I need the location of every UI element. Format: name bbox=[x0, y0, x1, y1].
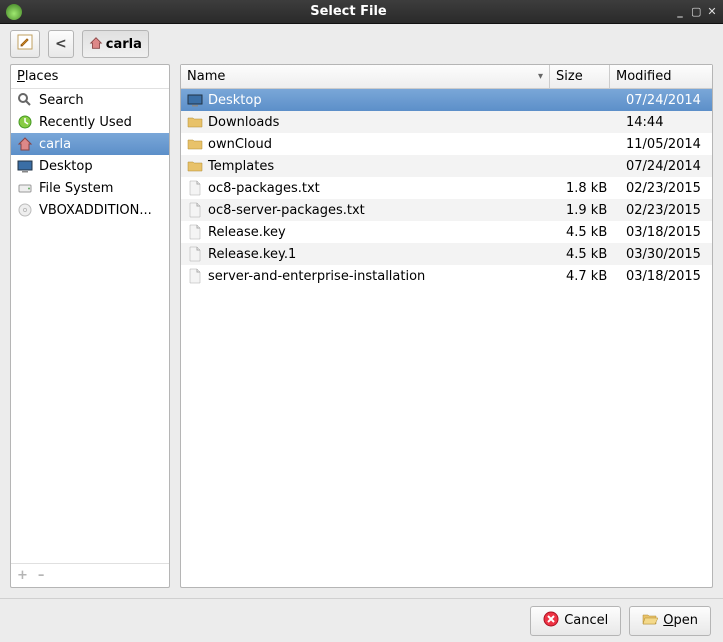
file-size: 4.5 kB bbox=[560, 222, 620, 243]
file-row[interactable]: Release.key.1 4.5 kB03/30/2015 bbox=[181, 243, 712, 265]
drive-icon bbox=[17, 180, 33, 196]
file-size: 4.7 kB bbox=[560, 266, 620, 287]
places-item[interactable]: Desktop bbox=[11, 155, 169, 177]
file-name: Release.key bbox=[208, 225, 286, 240]
file-name: oc8-packages.txt bbox=[208, 181, 320, 196]
file-row[interactable]: ownCloud 11/05/2014 bbox=[181, 133, 712, 155]
places-item-label: File System bbox=[39, 181, 113, 196]
places-item[interactable]: Search bbox=[11, 89, 169, 111]
file-icon bbox=[187, 180, 203, 196]
pencil-icon bbox=[17, 34, 33, 54]
file-header: Name▾ Size Modified bbox=[181, 65, 712, 89]
maximize-button[interactable]: ▢ bbox=[691, 5, 701, 18]
file-row[interactable]: Templates 07/24/2014 bbox=[181, 155, 712, 177]
file-row[interactable]: Downloads 14:44 bbox=[181, 111, 712, 133]
file-row[interactable]: Desktop 07/24/2014 bbox=[181, 89, 712, 111]
file-modified: 07/24/2014 bbox=[620, 90, 712, 111]
open-button[interactable]: Open bbox=[629, 606, 711, 636]
breadcrumb-label: carla bbox=[106, 37, 142, 52]
places-item[interactable]: VBOXADDITION... bbox=[11, 199, 169, 221]
file-size bbox=[560, 97, 620, 103]
places-item-label: VBOXADDITION... bbox=[39, 203, 152, 218]
file-modified: 14:44 bbox=[620, 112, 712, 133]
remove-bookmark-button: – bbox=[38, 568, 45, 583]
cancel-icon bbox=[543, 611, 559, 631]
places-item-label: carla bbox=[39, 137, 71, 152]
cancel-button[interactable]: Cancel bbox=[530, 606, 621, 636]
toolbar: < carla bbox=[0, 24, 723, 64]
chevron-left-icon: < bbox=[55, 36, 67, 52]
breadcrumb-home[interactable]: carla bbox=[82, 30, 149, 58]
add-bookmark-button: + bbox=[17, 568, 28, 583]
file-icon bbox=[187, 202, 203, 218]
column-modified[interactable]: Modified bbox=[610, 65, 712, 88]
places-item-label: Search bbox=[39, 93, 84, 108]
edit-button[interactable] bbox=[10, 30, 40, 58]
file-modified: 11/05/2014 bbox=[620, 134, 712, 155]
places-header: Places bbox=[11, 65, 169, 89]
file-row[interactable]: Release.key 4.5 kB03/18/2015 bbox=[181, 221, 712, 243]
files-panel: Name▾ Size Modified Desktop07/24/2014Dow… bbox=[180, 64, 713, 588]
disc-icon bbox=[17, 202, 33, 218]
sort-indicator-icon: ▾ bbox=[538, 71, 543, 82]
folder-icon bbox=[187, 114, 203, 130]
minimize-button[interactable]: _ bbox=[675, 5, 685, 18]
places-item[interactable]: File System bbox=[11, 177, 169, 199]
places-footer: + – bbox=[11, 563, 169, 587]
clock-icon bbox=[17, 114, 33, 130]
places-item-label: Recently Used bbox=[39, 115, 132, 130]
file-size bbox=[560, 141, 620, 147]
cancel-label: Cancel bbox=[564, 613, 608, 628]
column-size[interactable]: Size bbox=[550, 65, 610, 88]
file-name: server-and-enterprise-installation bbox=[208, 269, 425, 284]
file-row[interactable]: server-and-enterprise-installation 4.7 kB… bbox=[181, 265, 712, 287]
folder-icon bbox=[187, 136, 203, 152]
desktop-icon bbox=[187, 92, 203, 108]
file-size: 1.8 kB bbox=[560, 178, 620, 199]
open-label: Open bbox=[663, 613, 698, 628]
file-modified: 02/23/2015 bbox=[620, 178, 712, 199]
back-button[interactable]: < bbox=[48, 30, 74, 58]
file-size bbox=[560, 119, 620, 125]
places-item[interactable]: carla bbox=[11, 133, 169, 155]
file-row[interactable]: oc8-packages.txt 1.8 kB02/23/2015 bbox=[181, 177, 712, 199]
file-modified: 03/18/2015 bbox=[620, 222, 712, 243]
file-name: ownCloud bbox=[208, 137, 272, 152]
file-icon bbox=[187, 268, 203, 284]
app-icon bbox=[6, 4, 22, 20]
file-name: Templates bbox=[208, 159, 274, 174]
home-icon bbox=[89, 36, 103, 52]
file-size: 1.9 kB bbox=[560, 200, 620, 221]
home-icon bbox=[17, 136, 33, 152]
places-list: Search Recently Used carla Desktop File Syst… bbox=[11, 89, 169, 563]
file-icon bbox=[187, 224, 203, 240]
file-list: Desktop 07/24/2014 Downloads 14:44 ownCloud 1… bbox=[181, 89, 712, 587]
file-size: 4.5 kB bbox=[560, 244, 620, 265]
folder-icon bbox=[187, 158, 203, 174]
desktop-icon bbox=[17, 158, 33, 174]
file-modified: 07/24/2014 bbox=[620, 156, 712, 177]
close-button[interactable]: ✕ bbox=[707, 5, 717, 18]
file-name: oc8-server-packages.txt bbox=[208, 203, 365, 218]
dialog-footer: Cancel Open bbox=[0, 598, 723, 642]
file-modified: 03/18/2015 bbox=[620, 266, 712, 287]
file-modified: 03/30/2015 bbox=[620, 244, 712, 265]
open-folder-icon bbox=[642, 611, 658, 631]
places-item[interactable]: Recently Used bbox=[11, 111, 169, 133]
file-modified: 02/23/2015 bbox=[620, 200, 712, 221]
file-size bbox=[560, 163, 620, 169]
file-row[interactable]: oc8-server-packages.txt 1.9 kB02/23/2015 bbox=[181, 199, 712, 221]
file-name: Release.key.1 bbox=[208, 247, 296, 262]
file-name: Downloads bbox=[208, 115, 279, 130]
file-name: Desktop bbox=[208, 93, 262, 108]
places-panel: Places Search Recently Used carla Desktop Fi… bbox=[10, 64, 170, 588]
places-item-label: Desktop bbox=[39, 159, 93, 174]
titlebar: Select File _ ▢ ✕ bbox=[0, 0, 723, 24]
column-name[interactable]: Name▾ bbox=[181, 65, 550, 88]
search-icon bbox=[17, 92, 33, 108]
file-icon bbox=[187, 246, 203, 262]
window-title: Select File bbox=[22, 4, 675, 19]
